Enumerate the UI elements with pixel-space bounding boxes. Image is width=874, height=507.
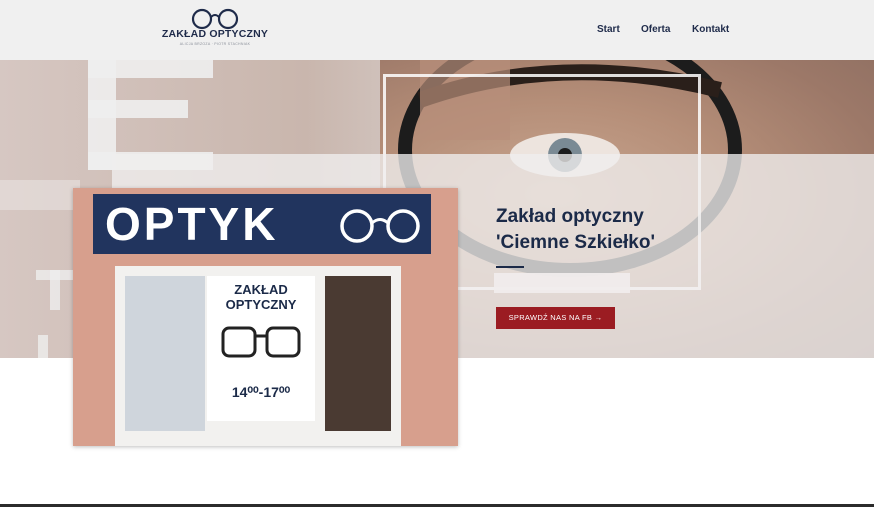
facebook-button-label: SPRAWDŹ NAS NA FB bbox=[508, 313, 593, 322]
shop-window-frame: ZAKŁAD OPTYCZNY 14⁰⁰-17⁰⁰ bbox=[115, 266, 401, 446]
poster-title-line2: OPTYCZNY bbox=[225, 297, 297, 312]
facebook-button[interactable]: SPRAWDŹ NAS NA FB → bbox=[496, 307, 615, 329]
shop-door bbox=[325, 276, 391, 431]
sign-glasses-icon bbox=[340, 209, 420, 243]
hero-title-line2: 'Ciemne Szkiełko' bbox=[496, 232, 655, 253]
storefront-photo: OPTYK ZAKŁAD OPTYCZNY 14⁰⁰-17⁰⁰ bbox=[73, 188, 458, 446]
poster-glasses-image bbox=[221, 326, 301, 358]
title-underline bbox=[496, 266, 524, 268]
site-header: ZAKŁAD OPTYCZNY ALICJA BRZOZA · PIOTR ST… bbox=[0, 0, 874, 60]
shop-sign-text: OPTYK bbox=[105, 198, 279, 250]
poster-title-line1: ZAKŁAD bbox=[234, 282, 288, 297]
nav-oferta[interactable]: Oferta bbox=[641, 24, 670, 35]
nav-start[interactable]: Start bbox=[597, 24, 620, 35]
left-window bbox=[125, 276, 205, 431]
window-poster: ZAKŁAD OPTYCZNY 14⁰⁰-17⁰⁰ bbox=[207, 276, 315, 421]
logo-name: ZAKŁAD OPTYCZNY bbox=[161, 28, 269, 40]
logo-tagline: ALICJA BRZOZA · PIOTR STACHNIAK bbox=[179, 42, 251, 46]
nav-kontakt[interactable]: Kontakt bbox=[692, 24, 729, 35]
glasses-icon bbox=[191, 8, 239, 30]
hero-title-line1: Zakład optyczny bbox=[496, 206, 644, 227]
site-logo[interactable]: ZAKŁAD OPTYCZNY ALICJA BRZOZA · PIOTR ST… bbox=[160, 6, 270, 56]
hero-title: Zakład optyczny 'Ciemne Szkiełko' bbox=[496, 204, 655, 256]
poster-title: ZAKŁAD OPTYCZNY bbox=[207, 282, 315, 312]
arrow-right-icon: → bbox=[594, 313, 603, 322]
poster-hours: 14⁰⁰-17⁰⁰ bbox=[231, 384, 291, 400]
shop-sign: OPTYK bbox=[93, 194, 431, 254]
hero-blank-box bbox=[494, 273, 630, 293]
